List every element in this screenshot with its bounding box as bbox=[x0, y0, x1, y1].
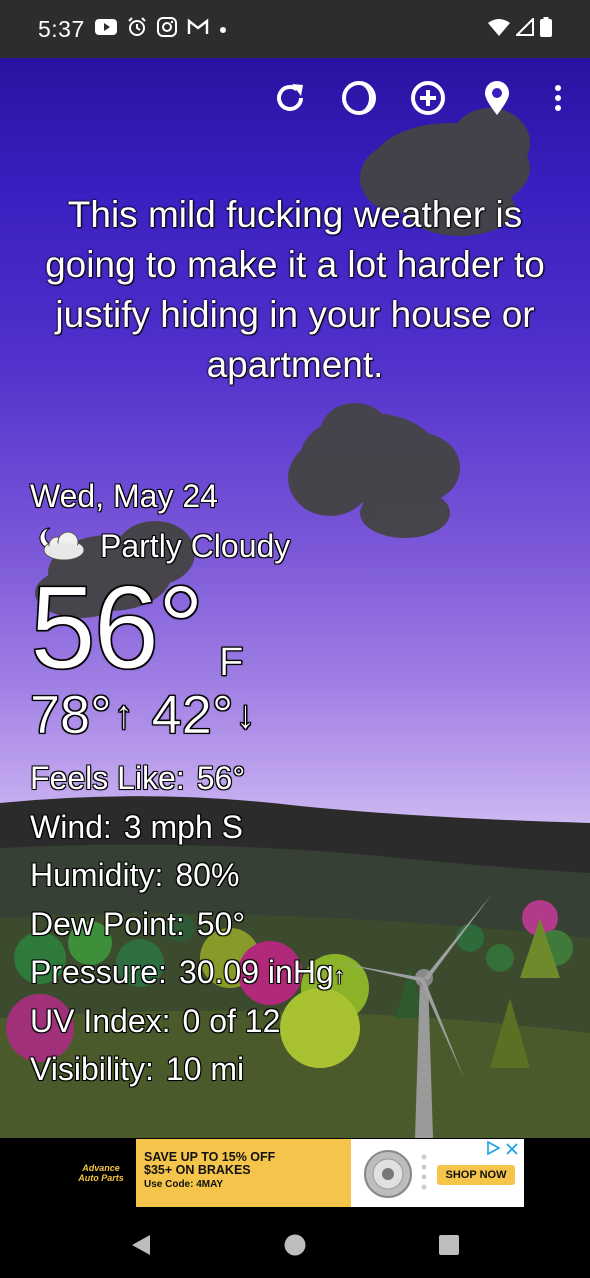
ad-choices bbox=[486, 1140, 518, 1160]
ad-offer: SAVE UP TO 15% OFF $35+ ON BRAKES Use Co… bbox=[136, 1139, 351, 1207]
detail-label: Visibility: bbox=[30, 1051, 154, 1087]
snarky-quote: This mild fucking weather is going to ma… bbox=[45, 194, 545, 385]
current-temperature: 56° bbox=[29, 562, 204, 694]
detail-pressure: Pressure: 30.09 inHg↑ bbox=[30, 952, 345, 1001]
detail-label: Dew Point: bbox=[30, 905, 185, 942]
dot-icon bbox=[219, 21, 227, 39]
ad-dots-icon bbox=[421, 1153, 427, 1198]
back-icon[interactable] bbox=[128, 1232, 154, 1258]
high-temp: 78° bbox=[30, 685, 112, 746]
weather-background: This mild fucking weather is going to ma… bbox=[0, 58, 590, 1138]
overflow-menu-icon[interactable] bbox=[538, 78, 578, 118]
moon-phase-icon[interactable] bbox=[339, 78, 379, 118]
brake-rotor-icon bbox=[363, 1149, 413, 1204]
detail-label: Pressure: bbox=[30, 954, 167, 990]
detail-wind: Wind: 3 mph S bbox=[30, 807, 345, 856]
notification-icons bbox=[95, 17, 227, 42]
ad-brand: Advance Auto Parts bbox=[78, 1163, 124, 1183]
low-temp: 42° bbox=[151, 685, 234, 746]
ad-brand-logo: Advance Auto Parts bbox=[66, 1139, 136, 1207]
add-location-icon[interactable] bbox=[408, 78, 448, 118]
detail-uv-index: UV Index: 0 of 12 bbox=[30, 1001, 345, 1050]
signal-icon bbox=[514, 16, 534, 41]
shop-now-button[interactable]: SHOP NOW bbox=[437, 1165, 515, 1185]
detail-label: Humidity: bbox=[30, 857, 164, 893]
ad-line3: Use Code: 4MAY bbox=[144, 1179, 224, 1190]
ad-close-icon[interactable] bbox=[506, 1142, 518, 1160]
detail-value: 10 mi bbox=[165, 1051, 245, 1087]
detail-value: 80% bbox=[175, 857, 240, 893]
weather-details: Feels Like: 56° Wind: 3 mph S Humidity: 80%… bbox=[30, 758, 345, 1098]
condition-text: Partly Cloudy bbox=[100, 527, 291, 564]
ad-banner-area: Advance Auto Parts SAVE UP TO 15% OFF $3… bbox=[0, 1138, 590, 1210]
status-bar: 5:37 bbox=[0, 0, 590, 58]
battery-icon bbox=[540, 17, 552, 42]
detail-value: 50° bbox=[196, 905, 246, 942]
adchoices-icon[interactable] bbox=[486, 1140, 501, 1160]
date-label: Wed, May 24 bbox=[30, 478, 218, 514]
status-time: 5:37 bbox=[38, 16, 85, 42]
temperature-unit: F bbox=[219, 640, 244, 685]
high-low: 78° ↑ 42° ↓ bbox=[30, 684, 273, 746]
detail-label: Wind: bbox=[30, 808, 112, 845]
detail-feels-like: Feels Like: 56° bbox=[30, 758, 345, 807]
gmail-icon bbox=[187, 18, 209, 41]
detail-visibility: Visibility: 10 mi bbox=[30, 1049, 345, 1098]
location-pin-icon[interactable] bbox=[477, 78, 517, 118]
detail-humidity: Humidity: 80% bbox=[30, 855, 345, 904]
detail-dew-point: Dew Point: 50° bbox=[30, 904, 345, 953]
detail-value: 0 of 12 bbox=[182, 1002, 281, 1039]
detail-value: 30.09 inHg bbox=[178, 954, 334, 990]
instagram-icon bbox=[157, 17, 177, 42]
ad-product: SHOP NOW bbox=[351, 1139, 524, 1207]
top-toolbar bbox=[0, 81, 590, 180]
detail-value: 3 mph S bbox=[123, 808, 243, 845]
refresh-icon[interactable] bbox=[270, 78, 310, 118]
ad-banner[interactable]: Advance Auto Parts SAVE UP TO 15% OFF $3… bbox=[66, 1139, 524, 1207]
pressure-trend-icon: ↑ bbox=[333, 963, 345, 988]
wifi-icon bbox=[488, 18, 510, 41]
detail-label: Feels Like: bbox=[30, 760, 185, 796]
detail-value: 56° bbox=[196, 760, 246, 796]
alarm-icon bbox=[127, 17, 147, 42]
navigation-bar bbox=[0, 1210, 590, 1278]
low-arrow-icon: ↓ bbox=[235, 692, 256, 737]
home-icon[interactable] bbox=[282, 1232, 308, 1258]
ad-line2: $35+ ON BRAKES bbox=[144, 1163, 251, 1177]
high-arrow-icon: ↑ bbox=[113, 692, 134, 737]
recents-icon[interactable] bbox=[436, 1232, 462, 1258]
system-icons bbox=[488, 16, 552, 42]
youtube-icon bbox=[95, 19, 117, 40]
detail-label: UV Index: bbox=[30, 1002, 171, 1039]
